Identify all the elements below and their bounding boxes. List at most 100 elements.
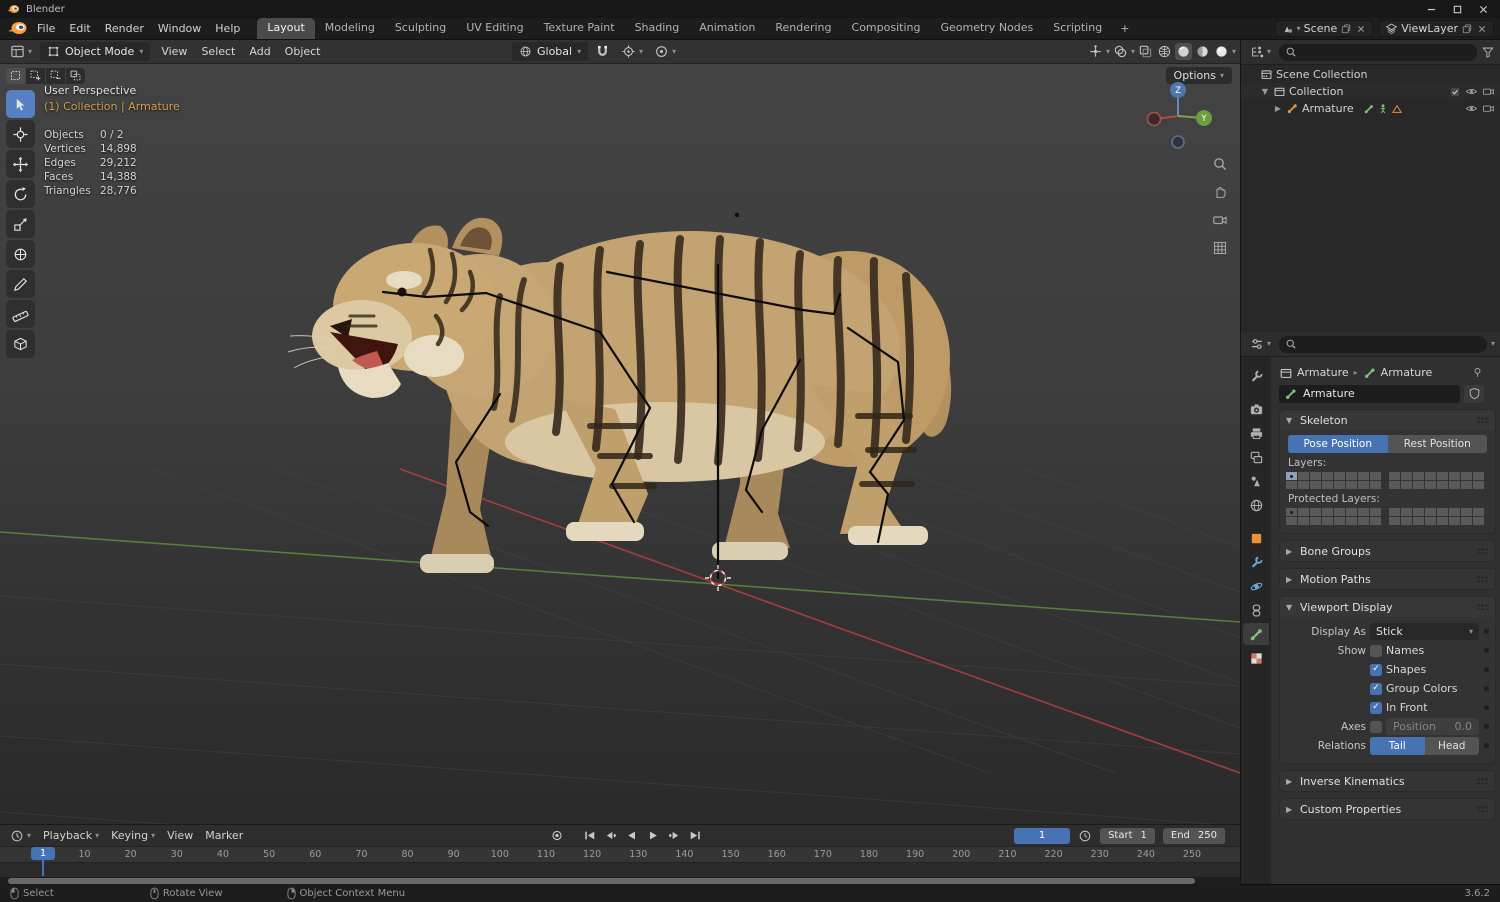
panel-grip[interactable] <box>1477 604 1488 610</box>
tab-rendering[interactable]: Rendering <box>765 18 841 39</box>
maximize-button[interactable] <box>1446 2 1468 16</box>
armature-layer-cell[interactable] <box>1298 472 1309 480</box>
armature-layer-cell[interactable] <box>1461 472 1472 480</box>
shading-material-icon[interactable] <box>1194 43 1211 60</box>
shading-rendered-icon[interactable] <box>1213 43 1230 60</box>
protected-layer-cell[interactable] <box>1473 517 1484 525</box>
armature-layer-cell[interactable] <box>1473 472 1484 480</box>
close-button[interactable] <box>1472 2 1494 16</box>
tab-animation[interactable]: Animation <box>689 18 765 39</box>
protected-layer-cell[interactable] <box>1401 508 1412 516</box>
tool-move[interactable] <box>6 150 35 178</box>
armature-layer-cell[interactable] <box>1401 481 1412 489</box>
preview-range-icon[interactable] <box>1078 829 1092 843</box>
protected-layer-cell[interactable] <box>1322 517 1333 525</box>
outliner-search-input[interactable] <box>1279 43 1477 61</box>
armature-layer-cell[interactable] <box>1425 472 1436 480</box>
panel-grip[interactable] <box>1477 778 1488 784</box>
properties-tab-scene[interactable] <box>1243 470 1269 492</box>
group-colors-checkbox[interactable] <box>1370 682 1382 695</box>
relations-head-button[interactable]: Head <box>1425 737 1480 755</box>
panel-grip[interactable] <box>1477 576 1488 582</box>
timeline-track-area[interactable] <box>0 863 1240 877</box>
timeline-menu-marker[interactable]: Marker <box>199 827 249 844</box>
properties-tab-constraints[interactable] <box>1243 599 1269 621</box>
protected-layer-cell[interactable] <box>1449 508 1460 516</box>
protected-layer-cell[interactable] <box>1389 508 1400 516</box>
armature-layer-cell[interactable] <box>1389 472 1400 480</box>
jump-prev-keyframe-button[interactable] <box>602 828 620 843</box>
protected-layer-cell[interactable] <box>1437 508 1448 516</box>
mode-selector[interactable]: Object Mode ▾ <box>40 42 151 61</box>
viewport-menu-object[interactable]: Object <box>278 42 328 61</box>
menu-file[interactable]: File <box>30 20 62 39</box>
armature-layer-cell[interactable] <box>1358 481 1369 489</box>
show-gizmo-icon[interactable] <box>1087 43 1104 60</box>
armature-layer-cell[interactable] <box>1370 472 1381 480</box>
armature-layer-cell[interactable] <box>1334 481 1345 489</box>
blender-logo-icon[interactable] <box>6 19 28 37</box>
proportional-editing-toggle[interactable]: ▾ <box>650 42 680 61</box>
tool-cursor[interactable] <box>6 120 35 148</box>
armature-layer-cell[interactable] <box>1346 481 1357 489</box>
shading-wireframe-icon[interactable] <box>1156 43 1173 60</box>
protected-layer-cell[interactable] <box>1401 517 1412 525</box>
menu-render[interactable]: Render <box>98 20 151 39</box>
armature-layer-cell[interactable] <box>1334 472 1345 480</box>
timeline-scrollbar[interactable] <box>8 878 1195 884</box>
axes-checkbox[interactable] <box>1370 720 1382 733</box>
breadcrumb-data[interactable]: Armature <box>1381 366 1433 379</box>
new-viewlayer-icon[interactable] <box>1461 23 1473 35</box>
armature-layer-cell[interactable] <box>1286 481 1297 489</box>
panel-header-custom-properties[interactable]: ▶ Custom Properties <box>1280 799 1495 819</box>
tool-add-cube[interactable] <box>6 330 35 358</box>
relations-tail-button[interactable]: Tail <box>1370 736 1425 755</box>
tool-rotate[interactable] <box>6 180 35 208</box>
armature-layer-cell[interactable] <box>1413 481 1424 489</box>
properties-tab-view-layer[interactable] <box>1243 446 1269 468</box>
protected-layer-cell[interactable] <box>1322 508 1333 516</box>
animate-dot[interactable] <box>1484 686 1489 691</box>
filter-icon[interactable] <box>1481 45 1495 59</box>
auto-keying-toggle[interactable] <box>548 828 566 843</box>
protected-layer-cell[interactable] <box>1425 508 1436 516</box>
properties-tab-output[interactable] <box>1243 422 1269 444</box>
axes-position-slider[interactable]: Position 0.0 <box>1386 718 1479 735</box>
tool-measure[interactable] <box>6 300 35 328</box>
select-mode-invert[interactable] <box>66 67 85 84</box>
rest-position-button[interactable]: Rest Position <box>1388 435 1488 453</box>
protected-layer-cell[interactable] <box>1334 517 1345 525</box>
panel-grip[interactable] <box>1477 417 1488 423</box>
tool-select-box[interactable] <box>6 90 35 118</box>
fake-user-button[interactable] <box>1464 384 1484 403</box>
armature-layer-cell[interactable] <box>1425 481 1436 489</box>
outliner-row-collection[interactable]: ▼ Collection <box>1241 83 1500 100</box>
selectability-checkbox[interactable] <box>1449 86 1461 98</box>
protected-layer-cell[interactable] <box>1449 517 1460 525</box>
panel-header-bone-groups[interactable]: ▶ Bone Groups <box>1280 541 1495 561</box>
transform-orientation-selector[interactable]: Global ▾ <box>512 42 589 61</box>
properties-tab-object-data[interactable] <box>1243 623 1269 645</box>
animate-dot[interactable] <box>1484 629 1489 634</box>
armature-layer-cell[interactable] <box>1461 481 1472 489</box>
minimize-button[interactable] <box>1420 2 1442 16</box>
shading-solid-icon[interactable] <box>1174 43 1192 60</box>
frame-end-field[interactable]: End 250 <box>1162 827 1225 844</box>
properties-tab-physics[interactable] <box>1243 575 1269 597</box>
properties-tab-object[interactable] <box>1243 527 1269 549</box>
tool-annotate[interactable] <box>6 270 35 298</box>
disable-render-camera-icon[interactable] <box>1482 85 1495 98</box>
armature-layer-cell[interactable] <box>1286 472 1297 480</box>
protected-layer-cell[interactable] <box>1346 517 1357 525</box>
jump-next-keyframe-button[interactable] <box>665 828 683 843</box>
gizmo-x-axis[interactable] <box>1146 111 1162 127</box>
animate-dot[interactable] <box>1484 667 1489 672</box>
armature-layer-cell[interactable] <box>1310 481 1321 489</box>
new-scene-icon[interactable] <box>1340 23 1352 35</box>
timeline-menu-playback[interactable]: Playback ▾ <box>37 827 105 844</box>
unlink-scene-icon[interactable] <box>1355 23 1367 35</box>
properties-tab-modifiers[interactable] <box>1243 551 1269 573</box>
select-mode-subtract[interactable] <box>46 67 65 84</box>
viewport-menu-view[interactable]: View <box>154 42 194 61</box>
viewport-3d[interactable]: Options ▾ User Perspective (1) Collectio… <box>0 64 1240 824</box>
